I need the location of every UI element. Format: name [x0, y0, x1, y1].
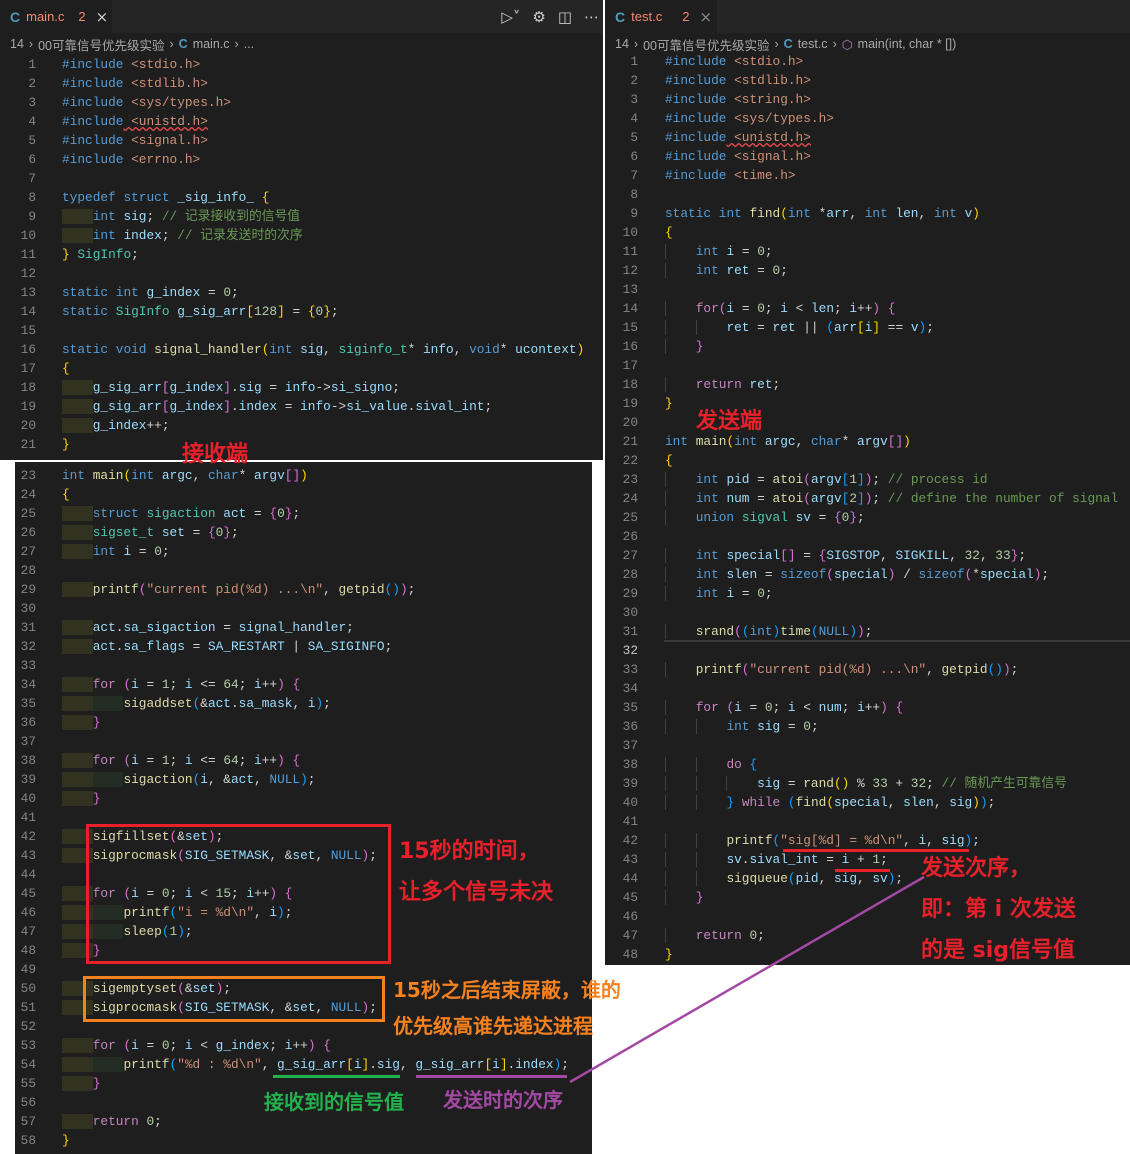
- send-note-line1: 发送次序，: [921, 856, 1032, 881]
- connector-line: [569, 875, 925, 1084]
- connector-arrow: [569, 875, 925, 1084]
- send-note-line3: 的是 sig信号值: [921, 938, 1076, 963]
- sival-underline: [835, 869, 890, 872]
- send-note-line2: 即：第 i 次发送: [921, 897, 1076, 922]
